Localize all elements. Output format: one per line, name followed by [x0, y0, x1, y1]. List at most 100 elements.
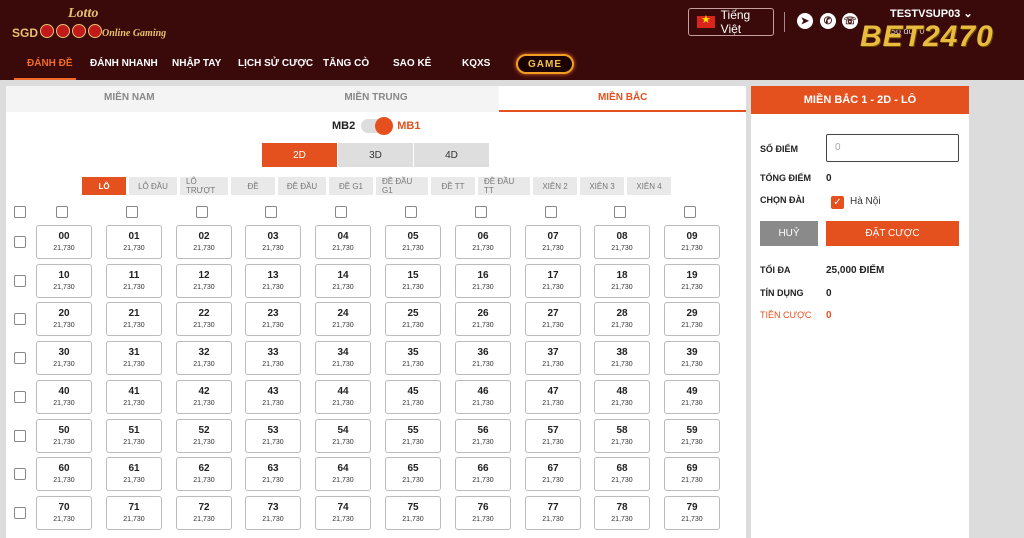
- number-cell[interactable]: 25 21,730: [385, 302, 441, 336]
- number-cell[interactable]: 43 21,730: [245, 380, 301, 414]
- column-checkbox[interactable]: [475, 206, 487, 218]
- column-checkbox[interactable]: [126, 206, 138, 218]
- number-cell[interactable]: 22 21,730: [176, 302, 232, 336]
- number-cell[interactable]: 13 21,730: [245, 264, 301, 298]
- number-cell[interactable]: 45 21,730: [385, 380, 441, 414]
- number-cell[interactable]: 09 21,730: [664, 225, 720, 259]
- number-cell[interactable]: 39 21,730: [664, 341, 720, 375]
- number-cell[interactable]: 50 21,730: [36, 419, 92, 453]
- bet-type-tab[interactable]: LÔ TRƯỢT: [180, 177, 228, 195]
- bet-type-tab[interactable]: ĐỀ ĐẦU TT: [478, 177, 530, 195]
- tab-4d[interactable]: 4D: [414, 143, 489, 167]
- bet-type-tab[interactable]: ĐỀ ĐẦU: [278, 177, 326, 195]
- bet-type-tab[interactable]: ĐỀ: [231, 177, 275, 195]
- number-cell[interactable]: 59 21,730: [664, 419, 720, 453]
- number-cell[interactable]: 38 21,730: [594, 341, 650, 375]
- number-cell[interactable]: 74 21,730: [315, 496, 371, 530]
- whatsapp-icon[interactable]: ☏: [842, 13, 858, 29]
- row-checkbox[interactable]: [14, 352, 26, 364]
- number-cell[interactable]: 69 21,730: [664, 457, 720, 491]
- row-checkbox[interactable]: [14, 507, 26, 519]
- bet-type-tab[interactable]: ĐỀ G1: [329, 177, 373, 195]
- number-cell[interactable]: 73 21,730: [245, 496, 301, 530]
- number-cell[interactable]: 05 21,730: [385, 225, 441, 259]
- number-cell[interactable]: 48 21,730: [594, 380, 650, 414]
- number-cell[interactable]: 77 21,730: [525, 496, 581, 530]
- bet-type-tab[interactable]: XIÊN 4: [627, 177, 671, 195]
- column-checkbox[interactable]: [265, 206, 277, 218]
- number-cell[interactable]: 14 21,730: [315, 264, 371, 298]
- number-cell[interactable]: 52 21,730: [176, 419, 232, 453]
- number-cell[interactable]: 17 21,730: [525, 264, 581, 298]
- number-cell[interactable]: 28 21,730: [594, 302, 650, 336]
- number-cell[interactable]: 57 21,730: [525, 419, 581, 453]
- nav-danh-de[interactable]: ĐÁNH ĐỀ: [27, 58, 73, 69]
- number-cell[interactable]: 29 21,730: [664, 302, 720, 336]
- row-checkbox[interactable]: [14, 275, 26, 287]
- number-cell[interactable]: 78 21,730: [594, 496, 650, 530]
- ha-noi-checkbox[interactable]: ✓: [831, 196, 844, 209]
- number-cell[interactable]: 32 21,730: [176, 341, 232, 375]
- number-cell[interactable]: 06 21,730: [455, 225, 511, 259]
- number-cell[interactable]: 72 21,730: [176, 496, 232, 530]
- number-cell[interactable]: 55 21,730: [385, 419, 441, 453]
- number-cell[interactable]: 01 21,730: [106, 225, 162, 259]
- bet-type-tab[interactable]: ĐỀ TT: [431, 177, 475, 195]
- tab-mien-trung[interactable]: MIỀN TRUNG: [253, 86, 500, 112]
- number-cell[interactable]: 23 21,730: [245, 302, 301, 336]
- number-cell[interactable]: 76 21,730: [455, 496, 511, 530]
- number-cell[interactable]: 34 21,730: [315, 341, 371, 375]
- number-cell[interactable]: 02 21,730: [176, 225, 232, 259]
- number-cell[interactable]: 61 21,730: [106, 457, 162, 491]
- tab-2d[interactable]: 2D: [262, 143, 337, 167]
- number-cell[interactable]: 12 21,730: [176, 264, 232, 298]
- number-cell[interactable]: 41 21,730: [106, 380, 162, 414]
- number-cell[interactable]: 79 21,730: [664, 496, 720, 530]
- number-cell[interactable]: 62 21,730: [176, 457, 232, 491]
- number-cell[interactable]: 49 21,730: [664, 380, 720, 414]
- telegram-icon[interactable]: ➤: [797, 13, 813, 29]
- place-bet-button[interactable]: ĐẶT CƯỢC: [826, 221, 959, 246]
- column-checkbox[interactable]: [196, 206, 208, 218]
- number-cell[interactable]: 16 21,730: [455, 264, 511, 298]
- column-checkbox[interactable]: [405, 206, 417, 218]
- number-cell[interactable]: 64 21,730: [315, 457, 371, 491]
- viber-icon[interactable]: ✆: [820, 13, 836, 29]
- tab-mien-bac[interactable]: MIỀN BẮC: [499, 86, 747, 112]
- number-cell[interactable]: 51 21,730: [106, 419, 162, 453]
- number-cell[interactable]: 42 21,730: [176, 380, 232, 414]
- number-cell[interactable]: 46 21,730: [455, 380, 511, 414]
- number-cell[interactable]: 24 21,730: [315, 302, 371, 336]
- ha-noi-label[interactable]: Hà Nội: [850, 196, 881, 207]
- number-cell[interactable]: 36 21,730: [455, 341, 511, 375]
- column-checkbox[interactable]: [545, 206, 557, 218]
- number-cell[interactable]: 27 21,730: [525, 302, 581, 336]
- brand-logo[interactable]: BET2470: [860, 20, 994, 54]
- number-cell[interactable]: 19 21,730: [664, 264, 720, 298]
- number-cell[interactable]: 44 21,730: [315, 380, 371, 414]
- column-checkbox[interactable]: [684, 206, 696, 218]
- number-cell[interactable]: 40 21,730: [36, 380, 92, 414]
- number-cell[interactable]: 30 21,730: [36, 341, 92, 375]
- number-cell[interactable]: 56 21,730: [455, 419, 511, 453]
- column-checkbox[interactable]: [614, 206, 626, 218]
- number-cell[interactable]: 68 21,730: [594, 457, 650, 491]
- number-cell[interactable]: 10 21,730: [36, 264, 92, 298]
- number-cell[interactable]: 26 21,730: [455, 302, 511, 336]
- column-checkbox[interactable]: [335, 206, 347, 218]
- nav-sao-ke[interactable]: SAO KÊ: [393, 58, 431, 69]
- number-cell[interactable]: 00 21,730: [36, 225, 92, 259]
- number-cell[interactable]: 71 21,730: [106, 496, 162, 530]
- bet-type-tab[interactable]: LÔ ĐẦU: [129, 177, 177, 195]
- number-cell[interactable]: 63 21,730: [245, 457, 301, 491]
- number-cell[interactable]: 67 21,730: [525, 457, 581, 491]
- number-cell[interactable]: 31 21,730: [106, 341, 162, 375]
- bet-type-tab[interactable]: ĐỀ ĐẦU G1: [376, 177, 428, 195]
- username-dropdown[interactable]: TESTVSUP03 ⌄: [890, 7, 973, 20]
- number-cell[interactable]: 37 21,730: [525, 341, 581, 375]
- nav-nhap-tay[interactable]: NHẬP TAY: [172, 58, 221, 69]
- number-cell[interactable]: 54 21,730: [315, 419, 371, 453]
- row-checkbox[interactable]: [14, 391, 26, 403]
- cancel-button[interactable]: HUỶ: [760, 221, 818, 246]
- bet-type-tab[interactable]: XIÊN 2: [533, 177, 577, 195]
